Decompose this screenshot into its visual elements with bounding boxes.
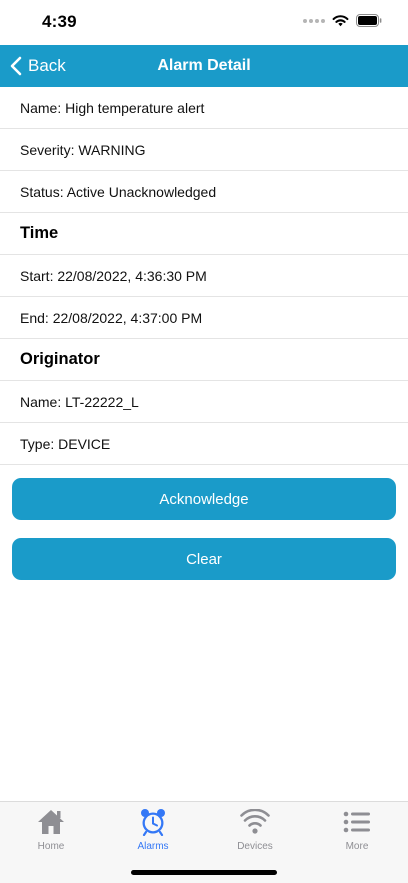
tab-alarms-label: Alarms	[137, 841, 169, 852]
cellular-signal-icon	[303, 18, 325, 23]
tab-more-label: More	[345, 841, 369, 852]
tab-bar: Home Alarms Devices More	[0, 801, 408, 883]
list-icon	[342, 807, 372, 837]
alarm-clock-icon	[138, 807, 168, 837]
wifi-icon	[240, 807, 270, 837]
tab-home-label: Home	[37, 841, 65, 852]
navigation-bar: Back Alarm Detail	[0, 45, 408, 87]
end-time-row: End: 22/08/2022, 4:37:00 PM	[0, 297, 408, 339]
acknowledge-button[interactable]: Acknowledge	[12, 478, 396, 520]
originator-name-row: Name: LT-22222_L	[0, 381, 408, 423]
clear-button[interactable]: Clear	[12, 538, 396, 580]
start-time-row: Start: 22/08/2022, 4:36:30 PM	[0, 255, 408, 297]
time-section-header: Time	[0, 213, 408, 255]
back-label: Back	[28, 56, 66, 75]
status-bar: 4:39	[0, 0, 408, 45]
alarm-severity-row: Severity: WARNING	[0, 129, 408, 171]
home-indicator	[131, 870, 277, 875]
originator-section-header: Originator	[0, 339, 408, 381]
alarm-detail-list: Name: High temperature alert Severity: W…	[0, 87, 408, 465]
wifi-status-icon	[332, 15, 349, 27]
back-button[interactable]: Back	[10, 45, 66, 87]
tab-home[interactable]: Home	[0, 802, 102, 883]
status-icons	[303, 14, 382, 27]
alarm-name-row: Name: High temperature alert	[0, 87, 408, 129]
battery-icon	[356, 14, 382, 27]
status-time: 4:39	[42, 12, 77, 31]
alarm-status-row: Status: Active Unacknowledged	[0, 171, 408, 213]
home-icon	[36, 807, 66, 837]
originator-type-row: Type: DEVICE	[0, 423, 408, 465]
tab-more[interactable]: More	[306, 802, 408, 883]
tab-devices-label: Devices	[237, 841, 273, 852]
chevron-left-icon	[10, 56, 22, 76]
